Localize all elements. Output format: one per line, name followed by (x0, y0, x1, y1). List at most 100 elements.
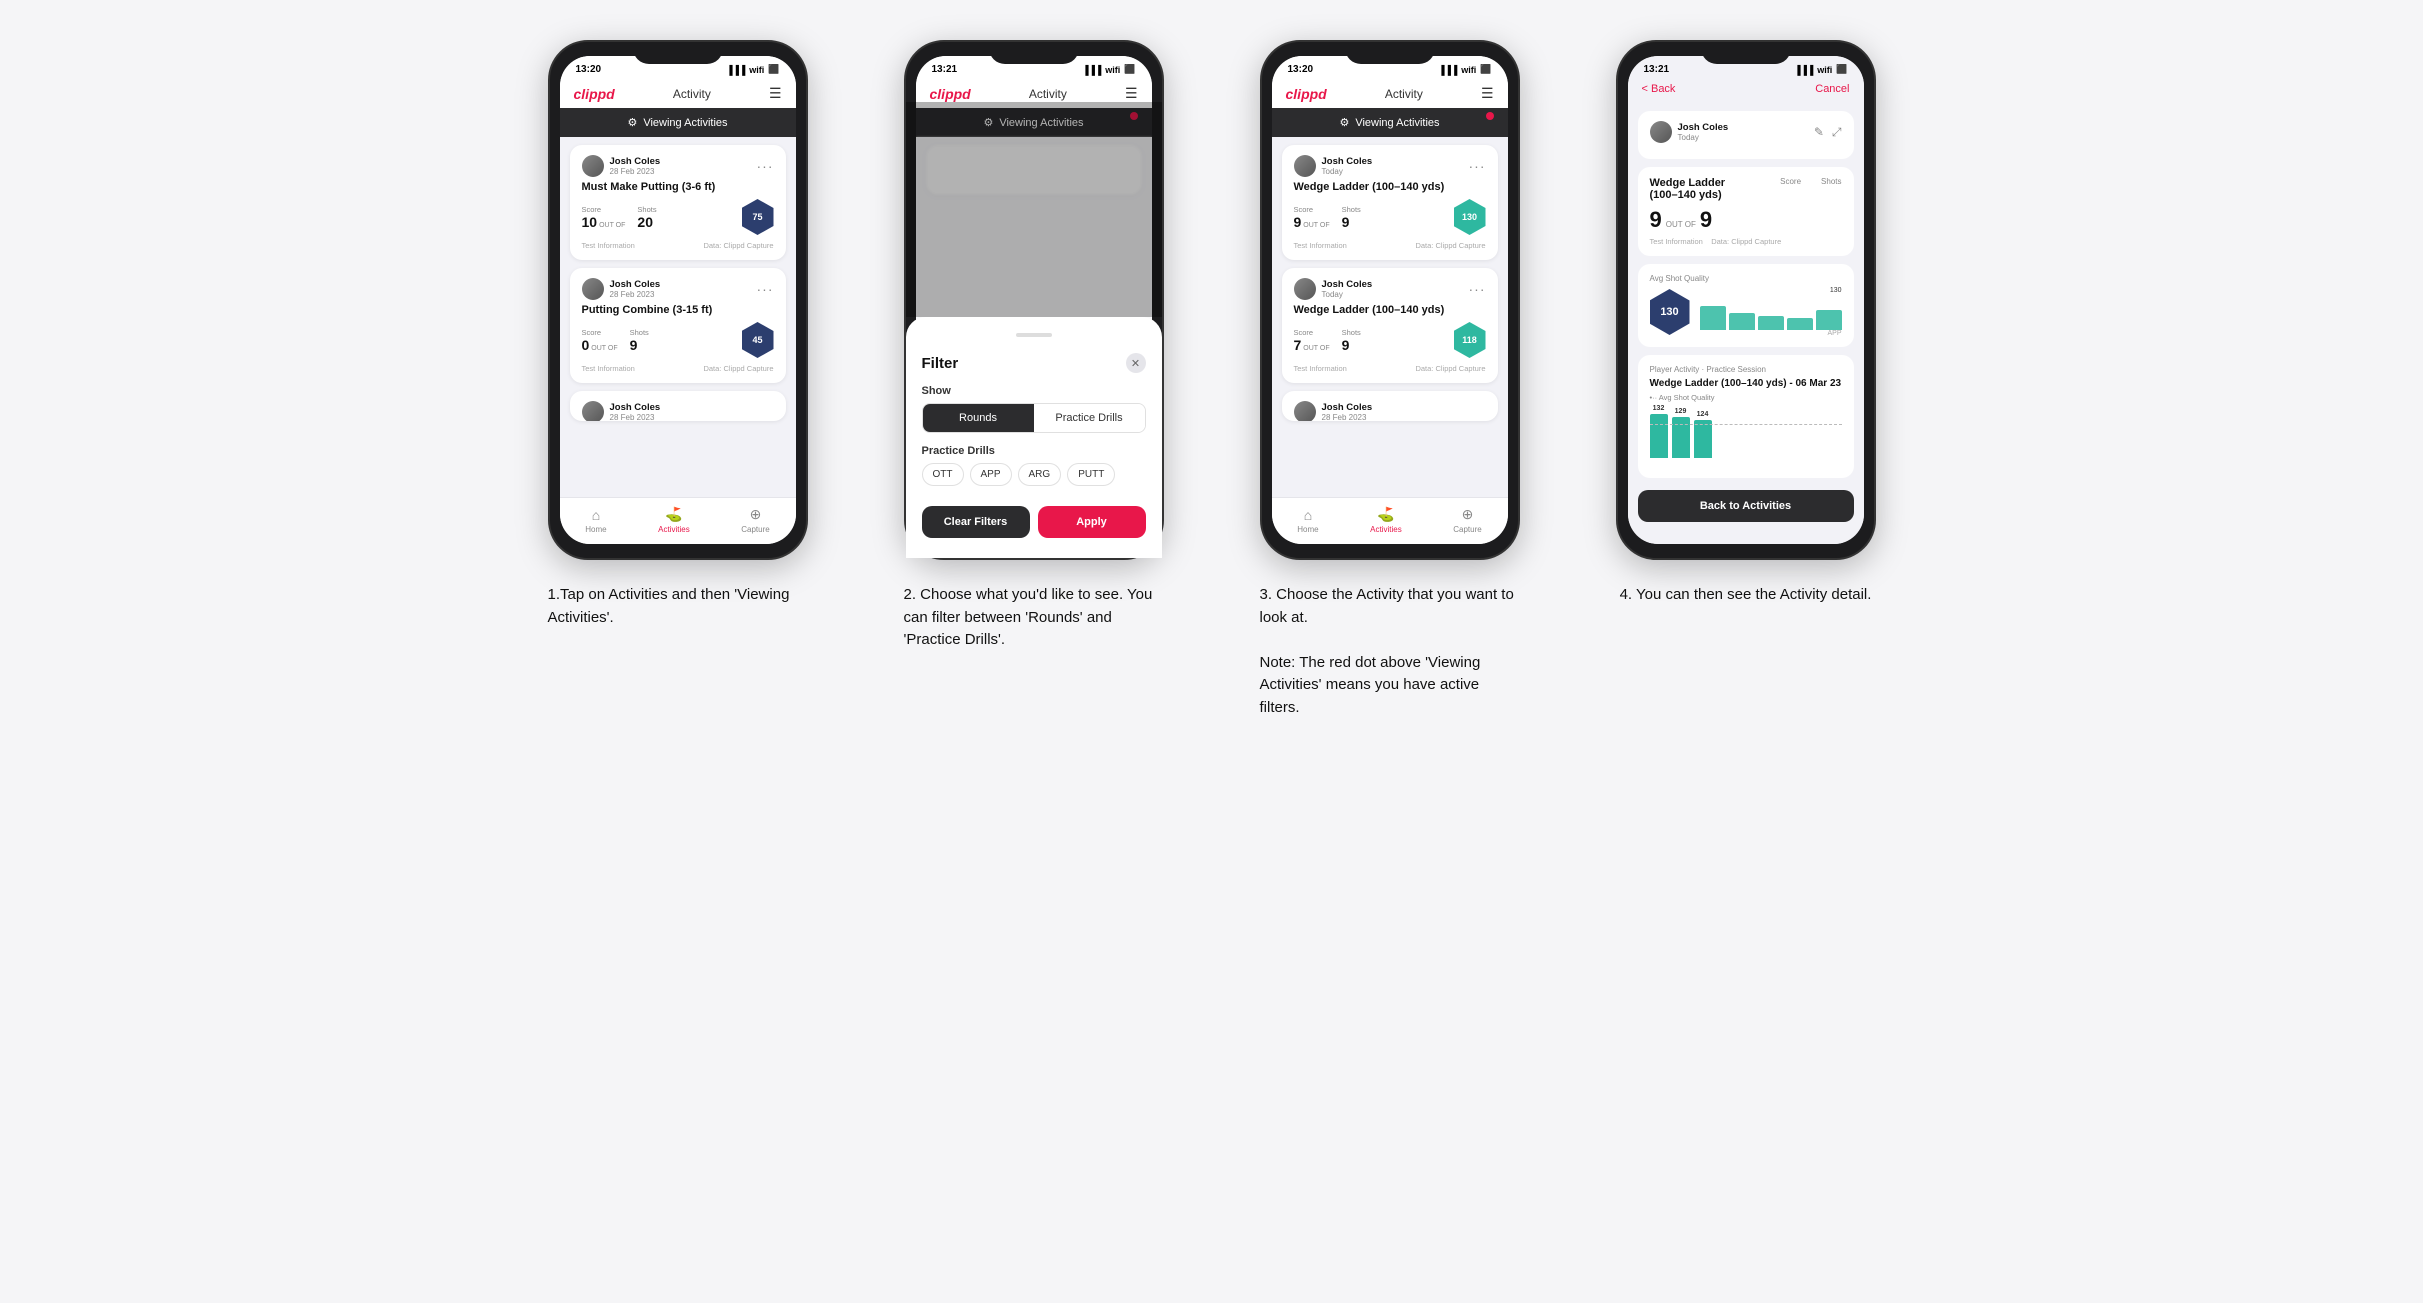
activity-card-3-2[interactable]: Josh Coles Today ··· Wedge Ladder (100–1… (1282, 268, 1498, 383)
status-icons-1: ▐▐▐ wifi ⬛ (726, 64, 779, 75)
card-title-3-2: Wedge Ladder (100–140 yds) (1294, 304, 1486, 316)
user-date-1-2: 28 Feb 2023 (610, 290, 661, 299)
expand-icon-4[interactable]: ⤢ (1832, 125, 1842, 140)
card-dots-1-2[interactable]: ··· (757, 281, 774, 297)
clear-filters-btn[interactable]: Clear Filters (922, 506, 1030, 538)
menu-icon-2[interactable]: ☰ (1125, 85, 1138, 102)
score-col-label-4: Score (1780, 177, 1801, 186)
back-to-activities-btn-4[interactable]: Back to Activities (1638, 490, 1854, 522)
menu-icon-3[interactable]: ☰ (1481, 85, 1494, 102)
phone-1-screen: 13:20 ▐▐▐ wifi ⬛ clippd Activity ☰ ⚙ V (560, 56, 796, 544)
chip-ott[interactable]: OTT (922, 463, 964, 486)
filter-show-section: Show Rounds Practice Drills (922, 385, 1146, 433)
activities-icon-1: ⛳ (665, 506, 682, 523)
filter-overlay-2: Filter ✕ Show Rounds Practice Drills Pra… (916, 102, 1152, 544)
footer-left-3-2: Test Information (1294, 364, 1347, 373)
tab-home-1[interactable]: ⌂ Home (585, 507, 606, 534)
back-btn-4[interactable]: < Back (1642, 83, 1676, 95)
footer-right-1-2: Data: Clippd Capture (703, 364, 773, 373)
detail-nav-4: < Back Cancel (1628, 79, 1864, 103)
filter-toggle-drills[interactable]: Practice Drills (1034, 404, 1145, 432)
menu-icon-1[interactable]: ☰ (769, 85, 782, 102)
bar-rect-1 (1650, 414, 1668, 458)
chip-arg[interactable]: ARG (1018, 463, 1062, 486)
tab-capture-1[interactable]: ⊕ Capture (741, 506, 769, 534)
avatar-3-3 (1294, 401, 1316, 421)
out-of-label-4: OUT OF (1666, 220, 1696, 229)
footer-right-1-1: Data: Clippd Capture (703, 241, 773, 250)
filter-backdrop-2[interactable] (916, 102, 1152, 317)
session-label-4: Player Activity · Practice Session (1650, 365, 1842, 374)
card-title-1-2: Putting Combine (3-15 ft) (582, 304, 774, 316)
filter-sheet-2: Filter ✕ Show Rounds Practice Drills Pra… (916, 317, 1152, 544)
caption-3: 3. Choose the Activity that you want to … (1260, 584, 1520, 719)
signal-icon-3: ▐▐▐ (1438, 65, 1457, 75)
shots-label-3-1: Shots (1342, 205, 1361, 214)
avatar-1-3 (582, 401, 604, 421)
red-dot-3 (1486, 112, 1494, 120)
wifi-icon-2: wifi (1105, 65, 1120, 75)
shots-val-1-1: 20 (637, 214, 656, 230)
filter-close-2[interactable]: ✕ (1126, 353, 1146, 373)
score-val-3-1: 9 (1294, 214, 1302, 230)
phone-4: 13:21 ▐▐▐ wifi ⬛ < Back Cancel (1616, 40, 1876, 560)
step-3-col: 13:20 ▐▐▐ wifi ⬛ clippd Activity ☰ ⚙ V (1230, 40, 1550, 719)
filter-title-2: Filter (922, 355, 959, 372)
card-dots-1-1[interactable]: ··· (757, 158, 774, 174)
cancel-btn-4[interactable]: Cancel (1815, 83, 1849, 95)
edit-icon-4[interactable]: ✎ (1814, 125, 1824, 140)
avatar-3-2 (1294, 278, 1316, 300)
activity-card-1-2[interactable]: Josh Coles 28 Feb 2023 ··· Putting Combi… (570, 268, 786, 383)
logo-3[interactable]: clippd (1286, 86, 1327, 102)
step-1-col: 13:20 ▐▐▐ wifi ⬛ clippd Activity ☰ ⚙ V (518, 40, 838, 719)
card-dots-3-1[interactable]: ··· (1469, 158, 1486, 174)
shots-col-label-4: Shots (1821, 177, 1841, 186)
mini-bar-5 (1816, 310, 1842, 330)
logo-2[interactable]: clippd (930, 86, 971, 102)
out-of-1-1: OUT OF (599, 222, 625, 229)
activity-card-1-1[interactable]: Josh Coles 28 Feb 2023 ··· Must Make Put… (570, 145, 786, 260)
chart-label-val-4: 130 (1700, 287, 1842, 294)
shots-val-1-2: 9 (630, 337, 649, 353)
chip-app[interactable]: APP (970, 463, 1012, 486)
filter-chips-row: OTT APP ARG PUTT (922, 463, 1146, 486)
activities-icon-3: ⛳ (1377, 506, 1394, 523)
chip-putt[interactable]: PUTT (1067, 463, 1115, 486)
metric-shots-4: 9 (1700, 207, 1712, 233)
phone-3-notch (1345, 42, 1435, 64)
phone-4-notch (1701, 42, 1791, 64)
bar-rect-3 (1694, 420, 1712, 458)
score-val-1-2: 0 (582, 337, 590, 353)
user-name-4: Josh Coles (1678, 122, 1729, 133)
status-time-1: 13:20 (576, 64, 602, 75)
card-dots-3-2[interactable]: ··· (1469, 281, 1486, 297)
viewing-bar-3[interactable]: ⚙ Viewing Activities (1272, 108, 1508, 137)
tab-home-3[interactable]: ⌂ Home (1297, 507, 1318, 534)
user-date-4: Today (1678, 133, 1729, 142)
viewing-bar-1[interactable]: ⚙ Viewing Activities (560, 108, 796, 137)
activity-card-3-1[interactable]: Josh Coles Today ··· Wedge Ladder (100–1… (1282, 145, 1498, 260)
score-label-3-1: Score (1294, 205, 1330, 214)
activity-chart-4: 132 129 124 (1650, 408, 1842, 468)
filter-toggle-rounds[interactable]: Rounds (923, 404, 1034, 432)
filter-icon-1: ⚙ (627, 116, 637, 129)
logo-1[interactable]: clippd (574, 86, 615, 102)
phone-3-screen: 13:20 ▐▐▐ wifi ⬛ clippd Activity ☰ ⚙ V (1272, 56, 1508, 544)
activity-list-3: Josh Coles Today ··· Wedge Ladder (100–1… (1272, 137, 1508, 497)
activity-card-1-3[interactable]: Josh Coles 28 Feb 2023 (570, 391, 786, 421)
card-title-3-1: Wedge Ladder (100–140 yds) (1294, 181, 1486, 193)
activity-card-3-3[interactable]: Josh Coles 28 Feb 2023 (1282, 391, 1498, 421)
session-title-4: Wedge Ladder (100–140 yds) - 06 Mar 23 (1650, 378, 1842, 389)
user-name-3-1: Josh Coles (1322, 156, 1373, 167)
score-label-1-2: Score (582, 328, 618, 337)
page-container: 13:20 ▐▐▐ wifi ⬛ clippd Activity ☰ ⚙ V (512, 40, 1912, 719)
apply-btn[interactable]: Apply (1038, 506, 1146, 538)
detail-content-4: Josh Coles Today ✎ ⤢ (1628, 103, 1864, 544)
top-nav-1: clippd Activity ☰ (560, 79, 796, 108)
tab-activities-3[interactable]: ⛳ Activities (1370, 506, 1402, 534)
tab-activities-1[interactable]: ⛳ Activities (658, 506, 690, 534)
user-name-1-3: Josh Coles (610, 402, 661, 413)
shot-quality-1-1: 75 (742, 199, 774, 235)
tab-capture-3[interactable]: ⊕ Capture (1453, 506, 1481, 534)
user-name-3-2: Josh Coles (1322, 279, 1373, 290)
